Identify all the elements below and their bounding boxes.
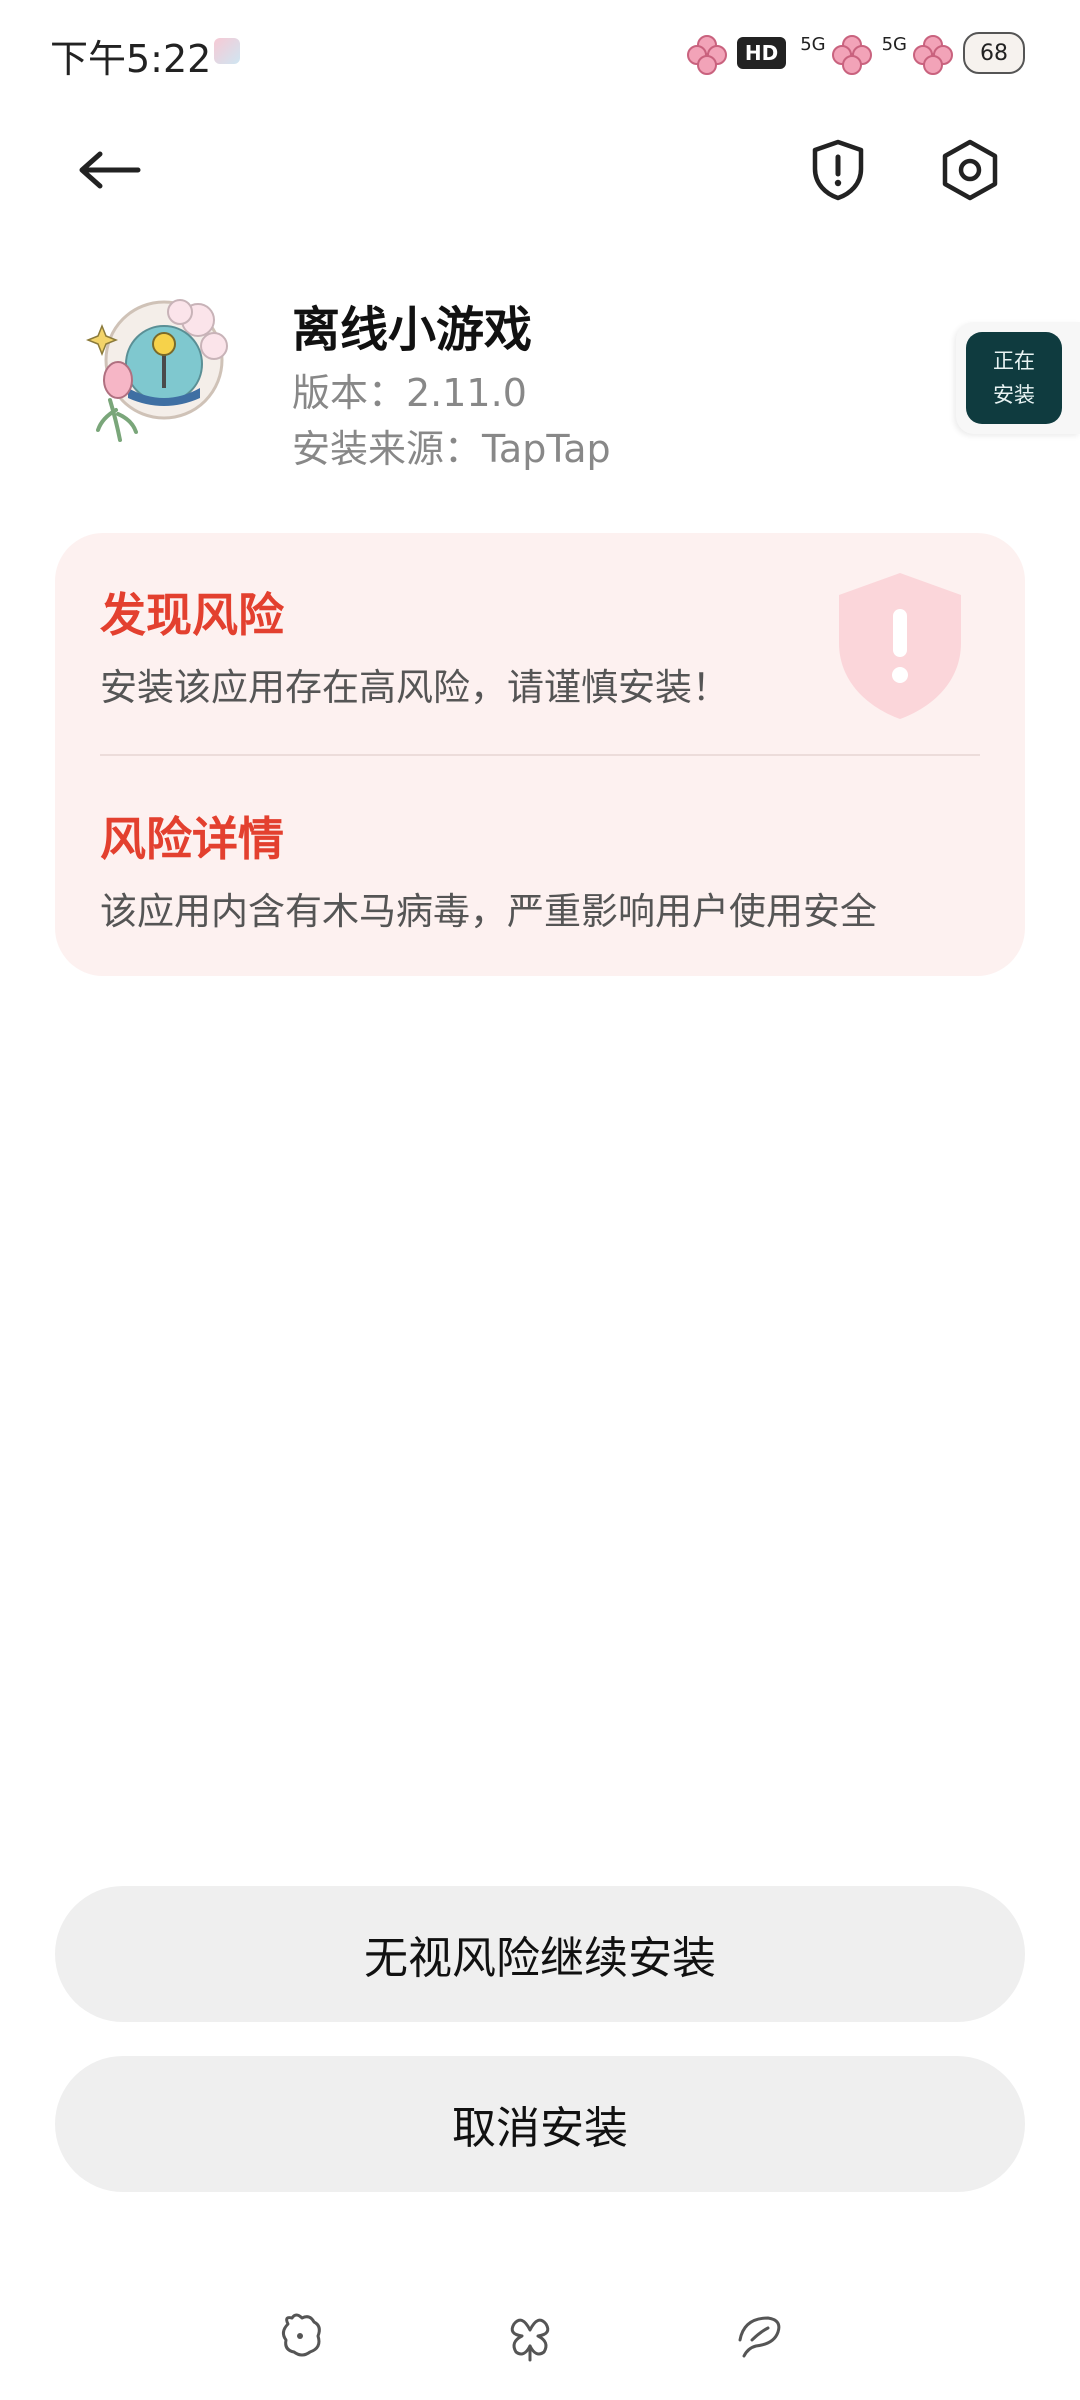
back-button[interactable] [60, 130, 160, 210]
install-risk-screen: 下午5:22 HD 5G 5G 68 离线小游戏 版本：2.11.0 安装来源：… [0, 0, 1080, 2400]
signal-1-icon [831, 35, 872, 75]
status-indicators: HD 5G 5G 68 [686, 28, 1025, 78]
installing-floating-chip[interactable]: 正在 安装 [956, 322, 1080, 434]
flower-icon [686, 35, 727, 75]
risk-divider [100, 754, 980, 756]
continue-install-button[interactable]: 无视风险继续安装 [55, 1886, 1025, 2022]
settings-button[interactable] [930, 130, 1010, 210]
status-time: 下午5:22 [50, 37, 212, 81]
app-icon [85, 299, 228, 442]
risk-detail-description: 该应用内含有木马病毒，严重影响用户使用安全 [100, 890, 877, 933]
cancel-install-button[interactable]: 取消安装 [55, 2056, 1025, 2192]
arrow-left-icon [79, 151, 141, 189]
install-source: 安装来源：TapTap [292, 427, 611, 471]
app-name: 离线小游戏 [292, 302, 533, 358]
signal-2-label: 5G [881, 33, 907, 55]
nav-back-icon[interactable] [276, 2310, 328, 2362]
navigation-bar [0, 2310, 1080, 2370]
risk-shield-icon [839, 573, 961, 719]
risk-card: 发现风险 安装该应用存在高风险，请谨慎安装！ 风险详情 该应用内含有木马病毒，严… [55, 533, 1025, 976]
hexagon-gear-icon [942, 139, 998, 201]
risk-title: 发现风险 [100, 588, 284, 642]
installing-chip-line2: 安装 [993, 383, 1035, 407]
status-bar: 下午5:22 HD 5G 5G 68 [0, 0, 1080, 100]
hd-badge: HD [736, 37, 787, 69]
installing-chip-body: 正在 安装 [966, 332, 1062, 424]
risk-detail-title: 风险详情 [100, 812, 284, 866]
nav-home-icon[interactable] [504, 2310, 556, 2362]
battery-icon: 68 [963, 32, 1025, 74]
app-version: 版本：2.11.0 [292, 371, 527, 415]
security-shield-button[interactable] [798, 130, 878, 210]
installing-chip-line1: 正在 [993, 349, 1035, 373]
shield-exclamation-icon [812, 139, 864, 201]
nav-recents-icon[interactable] [734, 2310, 786, 2362]
signal-1-label: 5G [800, 33, 826, 55]
signal-2-icon [913, 35, 953, 75]
risk-description: 安装该应用存在高风险，请谨慎安装！ [100, 666, 729, 709]
notification-thumbnail-icon [214, 38, 240, 64]
